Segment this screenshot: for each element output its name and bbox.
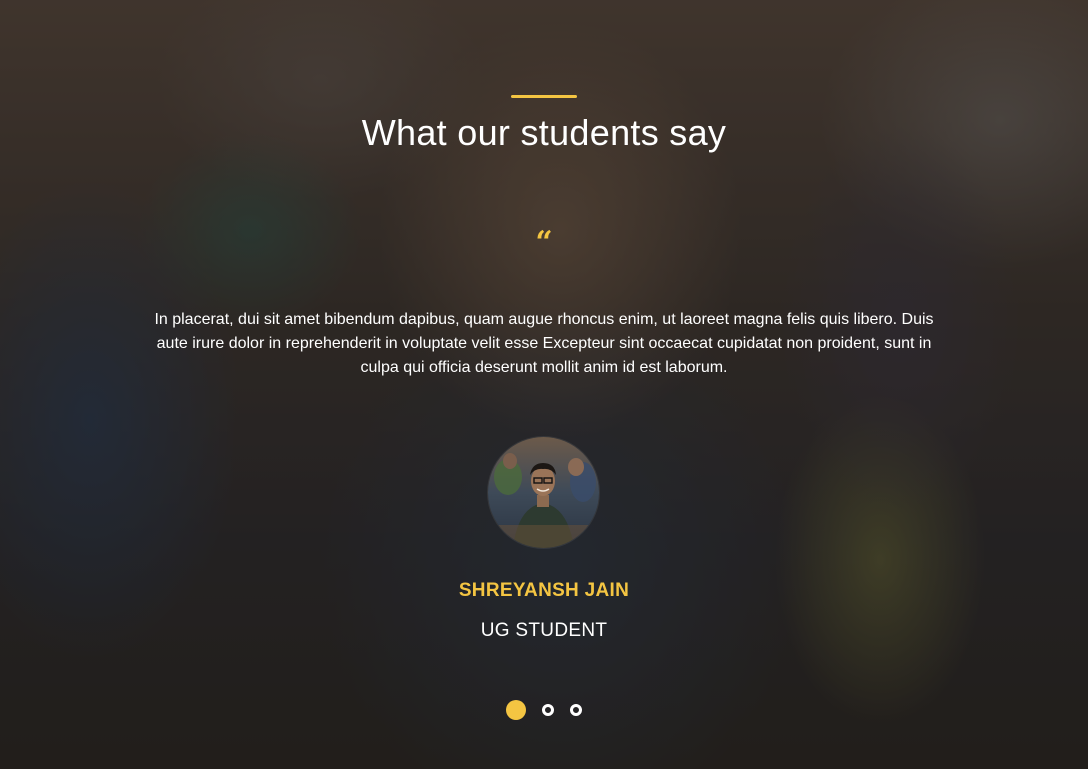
- carousel-dot-1[interactable]: [506, 700, 526, 720]
- author-name: SHREYANSH JAIN: [458, 580, 630, 601]
- student-avatar: [488, 437, 599, 548]
- testimonials-section: What our students say “ In placerat, dui…: [0, 0, 1088, 769]
- author-role: UG STUDENT: [480, 620, 608, 641]
- testimonials-content: What our students say “ In placerat, dui…: [0, 0, 1088, 769]
- section-title: What our students say: [361, 112, 727, 153]
- title-accent-line: [511, 95, 577, 98]
- carousel-dot-2[interactable]: [542, 704, 554, 716]
- quote-icon: “: [535, 225, 553, 260]
- carousel-dot-3[interactable]: [570, 704, 582, 716]
- student-avatar-photo: [488, 437, 599, 548]
- testimonial-text: In placerat, dui sit amet bibendum dapib…: [154, 311, 934, 376]
